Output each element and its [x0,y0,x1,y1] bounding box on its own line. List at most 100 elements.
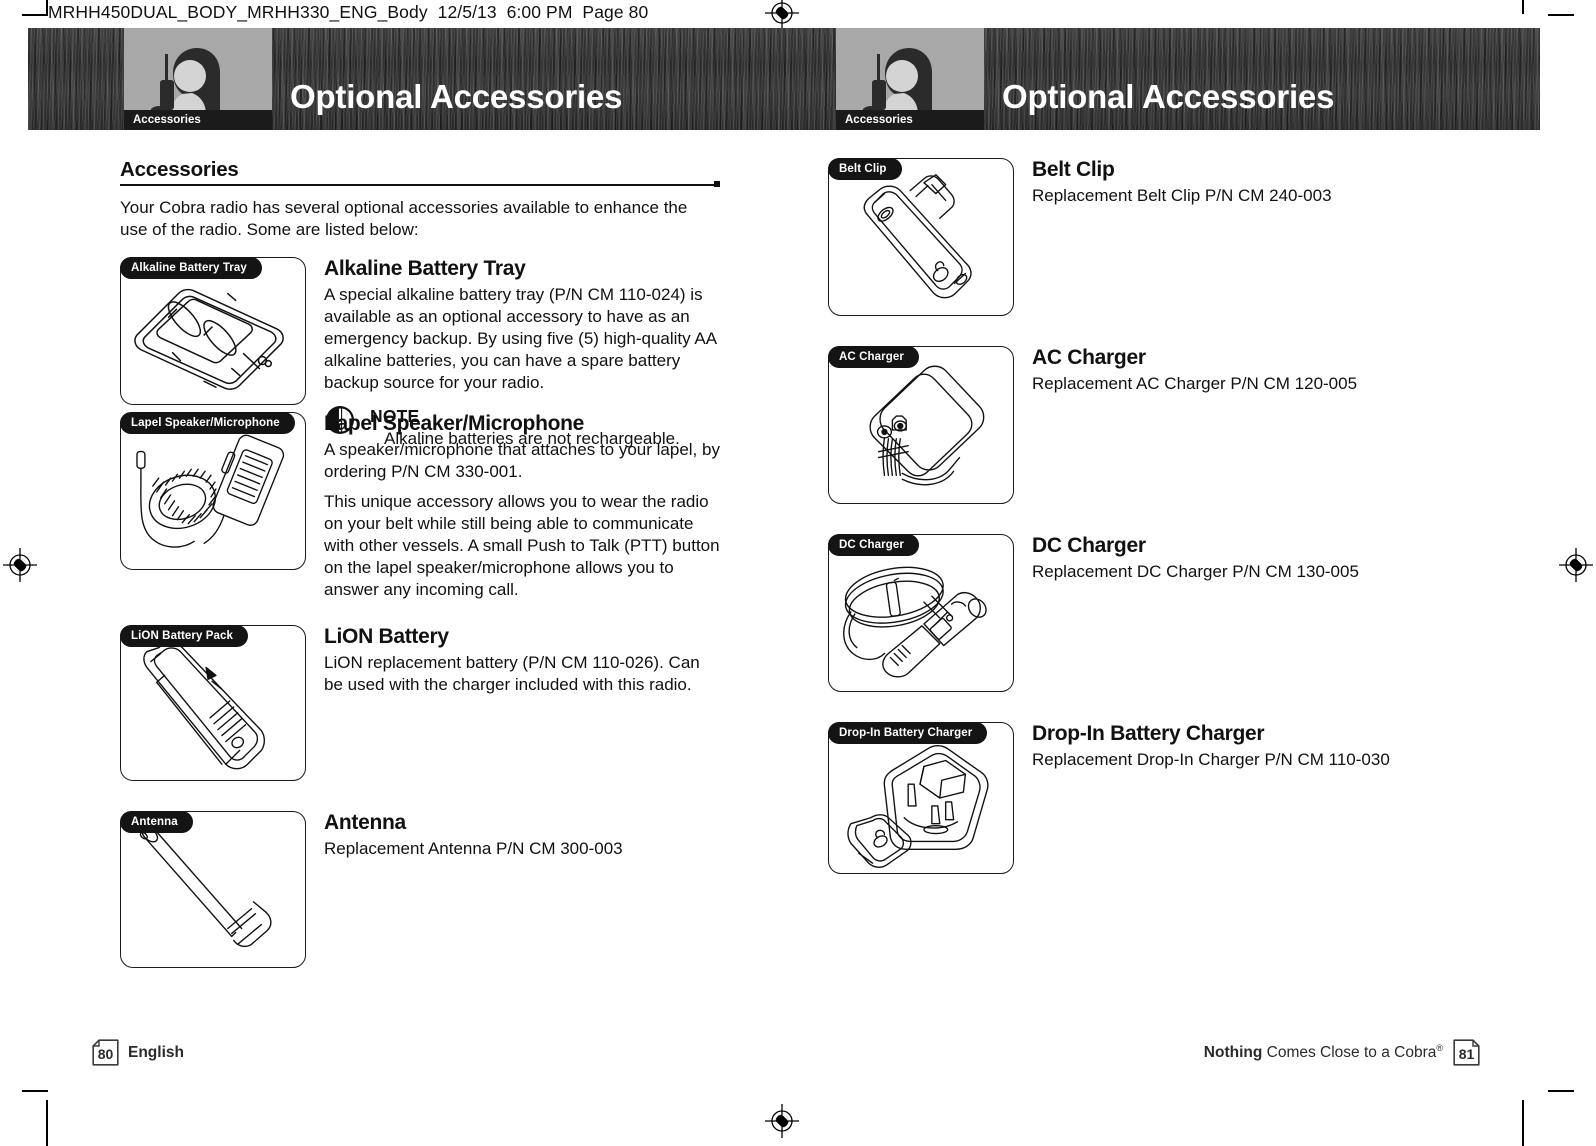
lion-battery-pack-illustration [121,626,305,780]
registered-mark-icon: ® [1436,1042,1443,1053]
illustration-label: Belt Clip [828,158,902,180]
accessory-paragraph: Replacement AC Charger P/N CM 120-005 [1032,374,1358,394]
illustration-label: Antenna [120,811,193,834]
footer-right: Nothing Comes Close to a Cobra® 81 [1204,1039,1480,1066]
illustration-wrapper: Antenna [120,811,306,969]
accessory-paragraph: This unique accessory allows you to wear… [324,492,720,600]
illustration-wrapper: Belt Clip [828,158,1014,316]
accessory-paragraph: Replacement DC Charger P/N CM 130-005 [1032,562,1359,582]
right-page-column: Belt Clip Belt Clip Replacement Belt Cli… [828,158,1468,874]
accessory-paragraph: Replacement Belt Clip P/N CM 240-003 [1032,186,1332,206]
banner-tab-left-label: Accessories [133,114,201,126]
footer-tagline-rest: Comes Close to a Cobra [1262,1044,1437,1062]
footer-left: 80 English [92,1039,184,1066]
crop-mark-bottom-right-v [1522,1100,1524,1146]
ac-charger-illustration [829,347,1013,503]
alkaline-battery-tray-illustration [121,258,305,404]
illustration-wrapper: DC Charger [828,534,1014,692]
illustration-frame [120,257,306,406]
accessory-item-belt-clip: Belt Clip Belt Clip Replacement Belt Cli… [828,158,1468,316]
left-page-column: Accessories Your Cobra radio has several… [120,158,720,969]
page-banner: Accessories Optional Accessories Accesso… [28,28,1540,130]
page-number-badge-left: 80 [92,1039,119,1066]
page-number-right: 81 [1458,1045,1475,1062]
accessory-paragraph: Replacement Antenna P/N CM 300-003 [324,839,623,859]
banner-title-right: Optional Accessories [1002,78,1335,115]
accessory-title: AC Charger [1032,346,1146,369]
accessory-title: Drop-In Battery Charger [1032,722,1265,745]
file-slug-line: MRHH450DUAL_BODY_MRHH330_ENG_Body 12/5/1… [48,2,649,22]
page-sheet: Accessories Optional Accessories Accesso… [28,28,1540,1092]
accessory-title: DC Charger [1032,534,1146,557]
accessory-text: DC Charger Replacement DC Charger P/N CM… [1032,534,1468,583]
accessory-item-dc-charger: DC Charger DC Charger Replacement DC Cha… [828,534,1468,692]
crop-mark-bottom-right-h [1548,1090,1574,1092]
accessory-text: AC Charger Replacement AC Charger P/N CM… [1032,346,1468,395]
illustration-frame [828,346,1014,504]
section-rule [120,184,714,187]
illustration-label: LiON Battery Pack [120,625,249,648]
accessory-title: Antenna [324,811,406,835]
accessory-paragraph: LiON replacement battery (P/N CM 110-026… [324,653,700,695]
banner-tab-right-label: Accessories [845,114,913,126]
accessory-text: Antenna Replacement Antenna P/N CM 300-0… [324,811,720,860]
illustration-wrapper: Drop-In Battery Charger [828,722,1014,874]
illustration-frame [120,625,306,782]
registration-mark-bottom [745,1090,819,1146]
illustration-label: Drop-In Battery Charger [828,722,988,744]
illustration-frame [828,722,1014,874]
crop-mark-top-right-h [1548,14,1574,16]
accessory-paragraph: A speaker/microphone that attaches to yo… [324,440,720,482]
illustration-label: AC Charger [828,346,919,368]
antenna-illustration [121,812,305,967]
illustration-wrapper: Lapel Speaker/Microphone [120,411,306,570]
crop-mark-bottom-left-v [46,1100,48,1146]
page-footer: 80 English Nothing Comes Close to a Cobr… [28,1036,1540,1066]
accessory-item-antenna: Antenna Antenna Replacement Antenna P/N … [120,811,720,969]
accessory-item-lapel-speaker-microphone: Lapel Speaker/Microphone Lapel Speaker/M… [120,411,720,601]
lapel-speaker-microphone-illustration [121,413,305,569]
footer-tagline-bold: Nothing [1203,1044,1263,1062]
accessory-paragraph: A special alkaline battery tray (P/N CM … [324,285,717,393]
crop-mark-top-left-h [22,14,48,16]
illustration-wrapper: AC Charger [828,346,1014,504]
accessory-text: Belt Clip Replacement Belt Clip P/N CM 2… [1032,158,1468,207]
registration-mark-right [1547,532,1596,598]
illustration-frame [828,158,1014,316]
section-rule-end-dot [714,181,720,187]
page-number-left: 80 [97,1045,114,1062]
accessory-text: Lapel Speaker/Microphone A speaker/micro… [324,412,720,601]
accessory-title: Alkaline Battery Tray [324,257,526,281]
illustration-frame [120,811,306,969]
footer-tagline: Nothing Comes Close to a Cobra® [1204,1043,1443,1062]
page-number-badge-right: 81 [1453,1039,1480,1066]
banner-title-left: Optional Accessories [290,78,623,115]
illustration-label: Alkaline Battery Tray [120,257,262,280]
registration-mark-top [745,0,819,30]
accessory-text: LiON Battery LiON replacement battery (P… [324,625,720,696]
belt-clip-illustration [829,159,1013,315]
banner-tab-left: Accessories [124,110,272,130]
drop-in-battery-charger-illustration [829,723,1013,873]
accessory-paragraph: Replacement Drop-In Charger P/N CM 110-0… [1032,750,1390,770]
dc-charger-illustration [829,535,1013,691]
accessory-title: Lapel Speaker/Microphone [324,411,585,435]
accessory-item-ac-charger: AC Charger AC Charger Replacement AC Cha… [828,346,1468,504]
crop-mark-top-right-v [1522,0,1524,14]
banner-tab-right: Accessories [836,110,984,130]
accessory-item-lion-battery: LiON Battery Pack LiON Battery LiON repl… [120,625,720,782]
illustration-frame [828,534,1014,692]
section-heading-title: Accessories [120,158,239,181]
illustration-frame [120,411,306,570]
illustration-wrapper: LiON Battery Pack [120,625,306,782]
footer-language-label: English [128,1043,184,1061]
intro-paragraph: Your Cobra radio has several optional ac… [120,198,688,240]
illustration-label: Lapel Speaker/Microphone [120,411,295,434]
accessory-title: Belt Clip [1032,158,1115,181]
illustration-wrapper: Alkaline Battery Tray [120,257,306,406]
accessory-item-drop-in-battery-charger: Drop-In Battery Charger Drop-In Battery … [828,722,1468,874]
illustration-label: DC Charger [828,534,919,556]
accessory-title: LiON Battery [324,625,449,649]
section-heading: Accessories [120,158,720,188]
accessory-text: Drop-In Battery Charger Replacement Drop… [1032,722,1468,771]
